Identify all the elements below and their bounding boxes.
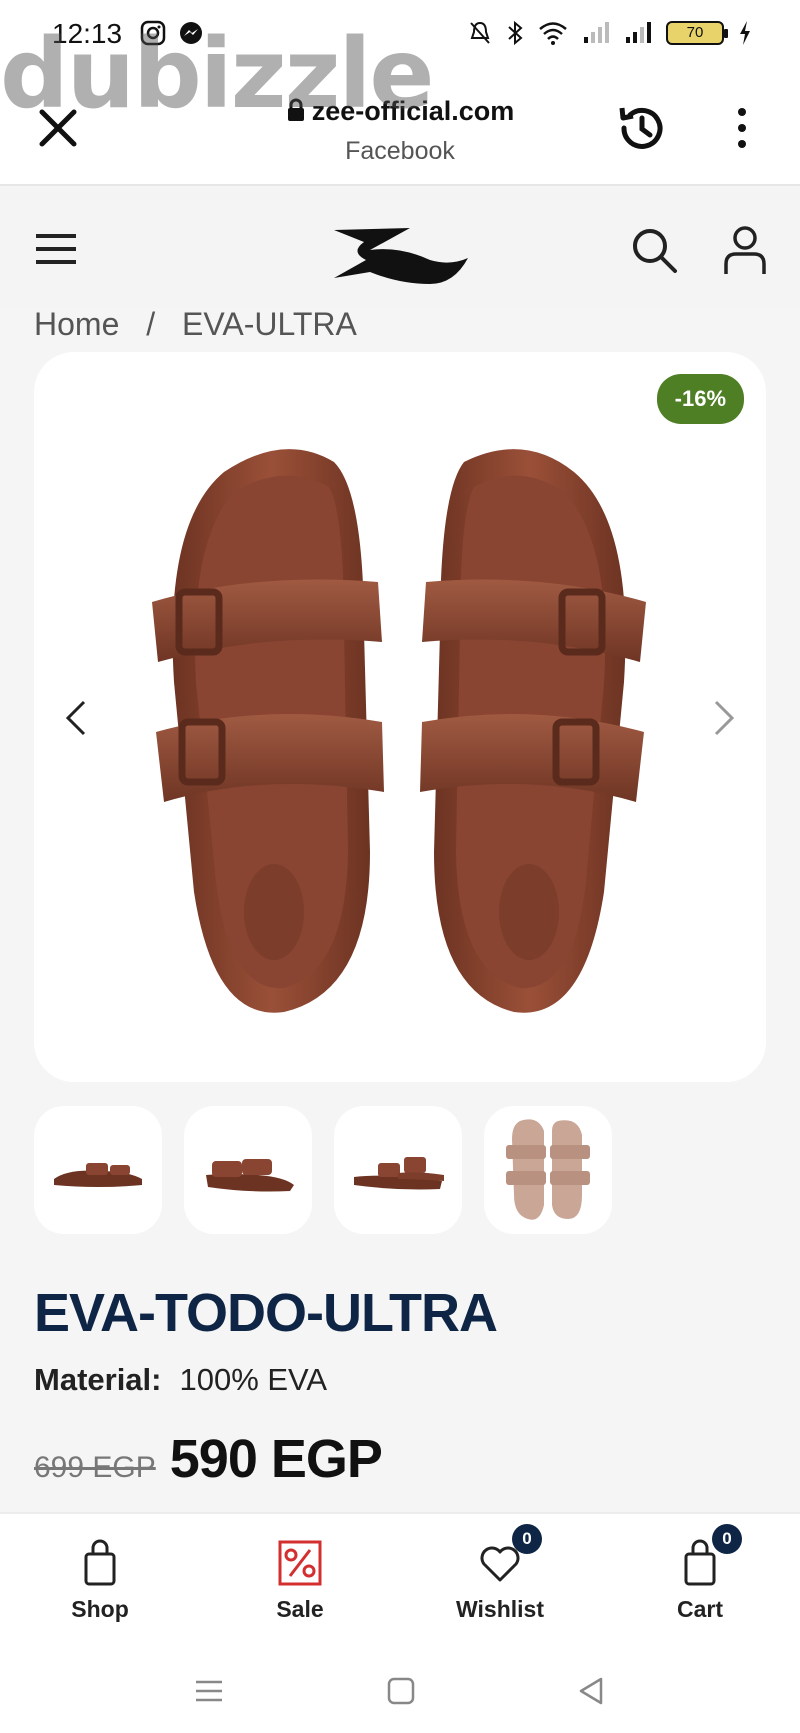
product-material: Material: 100% EVA xyxy=(34,1362,327,1398)
nav-label-sale: Sale xyxy=(276,1596,324,1622)
material-value: 100% EVA xyxy=(179,1362,328,1397)
nav-sale[interactable]: Sale xyxy=(200,1514,400,1646)
discount-badge: -16% xyxy=(656,374,744,424)
system-navigation-bar xyxy=(0,1646,800,1733)
percent-tag-icon xyxy=(278,1540,322,1586)
signal-icon xyxy=(584,22,609,43)
address-bar[interactable]: zee-official.com Facebook xyxy=(200,96,600,166)
product-gallery: -16% xyxy=(34,352,766,1082)
url-text: zee-official.com xyxy=(200,96,600,127)
search-icon[interactable] xyxy=(630,226,678,274)
status-bar: 12:13 70 xyxy=(0,0,800,70)
history-icon[interactable] xyxy=(614,100,670,156)
more-options-icon[interactable] xyxy=(730,106,754,150)
nav-wishlist[interactable]: 0 Wishlist xyxy=(400,1514,600,1646)
thumbnail-image xyxy=(354,1157,444,1190)
site-header xyxy=(0,188,800,308)
recent-apps-icon[interactable] xyxy=(194,1676,224,1706)
wifi-icon xyxy=(539,22,567,45)
instagram-icon xyxy=(140,20,166,46)
thumbnail-1[interactable] xyxy=(34,1106,162,1234)
wishlist-icon-wrap: 0 xyxy=(476,1524,542,1588)
browser-toolbar: zee-official.com Facebook xyxy=(0,70,800,186)
shopping-bag-icon xyxy=(84,1539,116,1586)
mute-icon xyxy=(470,21,490,44)
lock-icon xyxy=(287,98,304,121)
chevron-right-icon[interactable] xyxy=(712,698,736,738)
product-title: EVA-TODO-ULTRA xyxy=(34,1283,498,1343)
cart-count-badge: 0 xyxy=(712,1524,742,1554)
current-price: 590 EGP xyxy=(169,1429,383,1489)
nav-label-wishlist: Wishlist xyxy=(456,1596,544,1622)
thumbnail-strip xyxy=(34,1106,612,1234)
thumbnail-image xyxy=(206,1159,294,1192)
status-time: 12:13 xyxy=(52,18,123,49)
bluetooth-icon xyxy=(508,20,523,46)
bottom-navigation: Shop Sale 0 Wishlist 0 Cart xyxy=(0,1512,800,1646)
thumbnail-4[interactable] xyxy=(484,1106,612,1234)
nav-label-shop: Shop xyxy=(71,1596,129,1622)
product-image xyxy=(152,449,646,1013)
cart-icon-wrap: 0 xyxy=(676,1524,742,1588)
nav-cart[interactable]: 0 Cart xyxy=(600,1514,800,1646)
breadcrumb: Home / EVA-ULTRA xyxy=(34,306,375,336)
old-price: 699 EGP xyxy=(34,1451,156,1484)
thumbnail-2[interactable] xyxy=(184,1106,312,1234)
back-triangle-icon[interactable] xyxy=(576,1676,606,1706)
wishlist-count-badge: 0 xyxy=(512,1524,542,1554)
nav-label-cart: Cart xyxy=(676,1596,723,1622)
nav-shop[interactable]: Shop xyxy=(0,1514,200,1646)
url-subtitle: Facebook xyxy=(345,137,455,165)
messenger-icon xyxy=(180,22,202,44)
thumbnail-image xyxy=(506,1119,590,1220)
battery-icon: 70 xyxy=(666,21,728,45)
material-label: Material: xyxy=(34,1362,162,1397)
signal-icon-2 xyxy=(626,22,651,43)
close-icon[interactable] xyxy=(36,106,80,150)
home-square-icon[interactable] xyxy=(386,1676,416,1706)
hamburger-menu-icon[interactable] xyxy=(36,232,76,266)
chevron-left-icon[interactable] xyxy=(64,698,88,738)
status-system-icons: 70 xyxy=(468,20,752,46)
charging-icon xyxy=(740,21,750,45)
breadcrumb-current: EVA-ULTRA xyxy=(182,306,357,336)
account-icon[interactable] xyxy=(722,224,768,276)
status-notification-icons xyxy=(140,20,204,46)
url-label: zee-official.com xyxy=(311,96,515,126)
price-block: 699 EGP 590 EGP xyxy=(34,1428,383,1490)
breadcrumb-home[interactable]: Home xyxy=(34,306,119,336)
thumbnail-3[interactable] xyxy=(334,1106,462,1234)
breadcrumb-separator: / xyxy=(146,306,156,336)
thumbnail-image xyxy=(54,1163,142,1187)
zee-logo-icon[interactable] xyxy=(330,220,470,290)
